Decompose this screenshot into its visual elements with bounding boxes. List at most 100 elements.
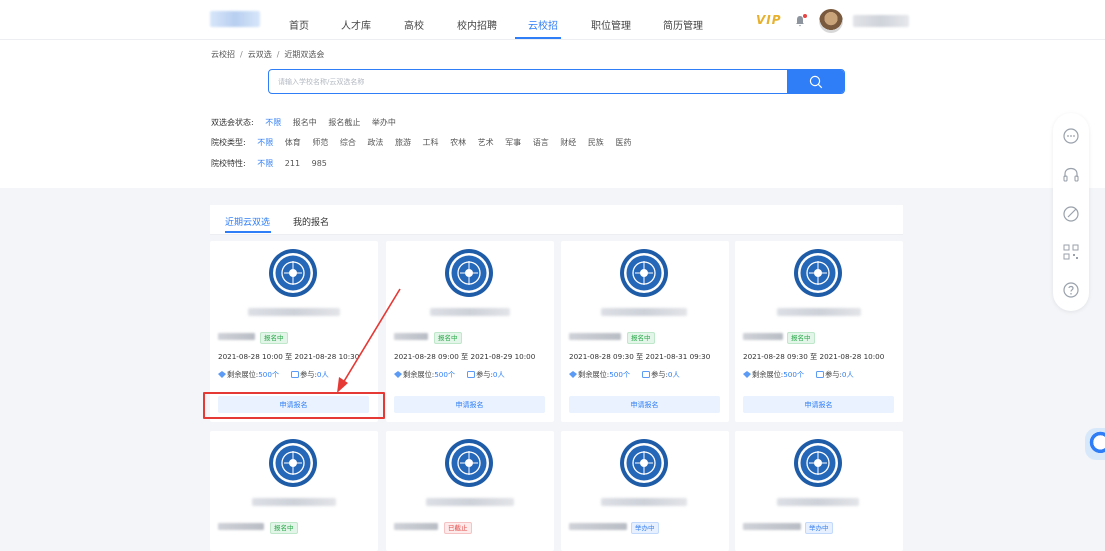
top-nav: 首页 人才库 高校 校内招聘 云校招 职位管理 简历管理 VIP <box>0 0 1105 40</box>
filter-feature-option[interactable]: 985 <box>312 159 327 168</box>
assistant-mascot-icon[interactable] <box>1085 428 1105 460</box>
filter-status-option[interactable]: 报名中 <box>293 118 317 127</box>
nav-job-manage[interactable]: 职位管理 <box>591 17 631 32</box>
fair-card: 举办中 <box>561 431 729 551</box>
nav-campus-recruit[interactable]: 校内招聘 <box>457 17 497 32</box>
fair-card: 举办中 <box>735 431 903 551</box>
people-icon <box>642 371 651 378</box>
filter-status-option[interactable]: 举办中 <box>372 118 396 127</box>
user-avatar[interactable] <box>819 9 843 33</box>
organizer-name <box>569 333 621 340</box>
university-seal-icon <box>620 249 668 297</box>
vip-badge[interactable]: VIP <box>756 13 782 27</box>
booth-icon <box>743 371 751 378</box>
apply-button[interactable]: 申请报名 <box>743 396 894 413</box>
fair-date: 2021-08-28 10:00 至 2021-08-28 10:30 <box>218 352 360 361</box>
tab-recent-fairs[interactable]: 近期云双选 <box>225 215 270 228</box>
people-icon <box>291 371 300 378</box>
university-name <box>601 498 687 506</box>
university-name <box>426 498 514 506</box>
nav-talent-pool[interactable]: 人才库 <box>341 17 371 32</box>
remaining-booths: 500个 <box>434 370 456 379</box>
help-icon[interactable] <box>1062 281 1080 299</box>
fair-card: 报名中 2021-08-28 09:00 至 2021-08-29 10:00 … <box>386 241 554 422</box>
filter-type-option[interactable]: 医药 <box>615 138 631 147</box>
status-badge: 举办中 <box>805 522 833 534</box>
university-seal-icon <box>794 439 842 487</box>
university-name <box>252 498 336 506</box>
search-bar <box>268 69 845 94</box>
fair-stats: 剩余展位:500个 参与:0人 <box>218 370 329 380</box>
search-input[interactable] <box>269 70 789 93</box>
participants-label: 参与: <box>300 370 317 379</box>
participants-label: 参与: <box>476 370 493 379</box>
filter-type-option[interactable]: 财经 <box>560 138 576 147</box>
nav-cloud-recruit[interactable]: 云校招 <box>528 17 558 32</box>
breadcrumb-cloud-recruit[interactable]: 云校招 <box>211 50 235 59</box>
user-name[interactable] <box>853 15 909 27</box>
breadcrumb-recent-fair: 近期双选会 <box>284 50 325 59</box>
filter-feature-option[interactable]: 211 <box>285 159 300 168</box>
fair-card: 已截止 <box>386 431 554 551</box>
apply-button[interactable]: 申请报名 <box>394 396 545 413</box>
status-badge: 已截止 <box>444 522 472 534</box>
filter-type-option[interactable]: 旅游 <box>395 138 411 147</box>
university-name <box>601 308 687 316</box>
filter-type-option[interactable]: 综合 <box>340 138 356 147</box>
booth-icon <box>569 371 577 378</box>
nav-colleges[interactable]: 高校 <box>404 17 424 32</box>
university-name <box>248 308 340 316</box>
remaining-booths: 500个 <box>609 370 631 379</box>
status-badge: 报名中 <box>627 332 655 344</box>
filter-type-option[interactable]: 军事 <box>505 138 521 147</box>
filter-status-row: 双选会状态: 不限 报名中 报名截止 举办中 <box>211 117 396 128</box>
edit-icon[interactable] <box>1062 205 1080 223</box>
filter-status-option[interactable]: 不限 <box>265 118 281 127</box>
highlight-box <box>203 392 385 419</box>
status-badge: 报名中 <box>260 332 288 344</box>
tab-my-registrations[interactable]: 我的报名 <box>293 215 329 228</box>
organizer-name <box>218 523 264 530</box>
search-icon <box>809 75 822 88</box>
breadcrumb-cloud-fair[interactable]: 云双选 <box>248 50 272 59</box>
search-button[interactable] <box>787 70 844 93</box>
filter-type-option[interactable]: 工科 <box>423 138 439 147</box>
filter-status-option[interactable]: 报名截止 <box>328 118 360 127</box>
participants-count: 0人 <box>492 370 505 379</box>
participants-label: 参与: <box>825 370 842 379</box>
apply-button[interactable]: 申请报名 <box>569 396 720 413</box>
status-badge: 举办中 <box>631 522 659 534</box>
fair-card: 报名中 <box>210 431 378 551</box>
organizer-name <box>569 523 627 530</box>
nav-active-underline <box>515 37 561 39</box>
fair-date: 2021-08-28 09:00 至 2021-08-29 10:00 <box>394 352 536 361</box>
participants-label: 参与: <box>651 370 668 379</box>
floating-toolbar <box>1053 113 1089 311</box>
filter-type-option[interactable]: 艺术 <box>478 138 494 147</box>
nav-home[interactable]: 首页 <box>289 17 309 32</box>
nav-resume-manage[interactable]: 简历管理 <box>663 17 703 32</box>
notification-dot <box>803 14 807 18</box>
university-seal-icon <box>794 249 842 297</box>
remaining-label: 剩余展位: <box>752 370 784 379</box>
filter-feature-option[interactable]: 不限 <box>257 159 273 168</box>
headset-icon[interactable] <box>1062 166 1080 184</box>
filter-type-option[interactable]: 师范 <box>312 138 328 147</box>
status-badge: 报名中 <box>434 332 462 344</box>
tab-active-underline <box>225 231 271 233</box>
company-logo[interactable] <box>210 11 260 27</box>
filter-type-row: 院校类型: 不限 体育 师范 综合 政法 旅游 工科 农林 艺术 军事 语言 财… <box>211 137 631 148</box>
filter-type-option[interactable]: 不限 <box>257 138 273 147</box>
filter-type-option[interactable]: 体育 <box>285 138 301 147</box>
filter-type-option[interactable]: 政法 <box>367 138 383 147</box>
filter-type-option[interactable]: 民族 <box>588 138 604 147</box>
fair-stats: 剩余展位:500个 参与:0人 <box>743 370 854 380</box>
fair-stats: 剩余展位:500个 参与:0人 <box>394 370 505 380</box>
filter-type-option[interactable]: 农林 <box>450 138 466 147</box>
filter-type-option[interactable]: 语言 <box>533 138 549 147</box>
filter-feature-label: 院校特性: <box>211 159 246 168</box>
university-name <box>777 308 861 316</box>
fair-stats: 剩余展位:500个 参与:0人 <box>569 370 680 380</box>
qrcode-icon[interactable] <box>1062 243 1080 261</box>
chat-icon[interactable] <box>1062 127 1080 145</box>
